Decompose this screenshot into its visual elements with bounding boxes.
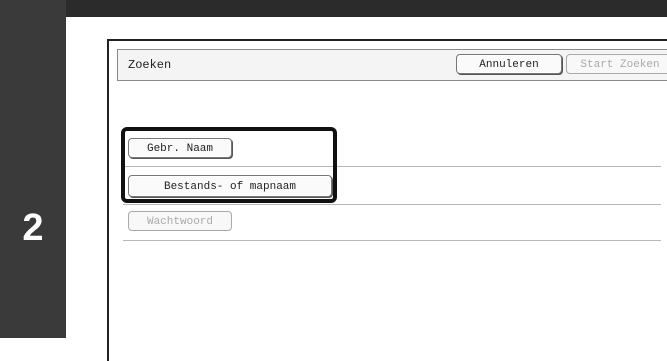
user-name-button[interactable]: Gebr. Naam xyxy=(128,138,232,158)
row-divider xyxy=(123,166,661,167)
password-button[interactable]: Wachtwoord xyxy=(128,211,232,231)
file-folder-name-button[interactable]: Bestands- of mapnaam xyxy=(128,175,332,197)
step-number: 2 xyxy=(22,207,44,249)
start-search-button[interactable]: Start Zoeken xyxy=(566,54,667,74)
window-title: Zoeken xyxy=(128,58,172,72)
title-bar: Zoeken Annuleren Start Zoeken xyxy=(117,49,667,81)
row-divider xyxy=(123,240,661,241)
row-divider xyxy=(123,204,661,205)
search-screen: Zoeken Annuleren Start Zoeken Gebr. Naam… xyxy=(107,39,667,361)
step-bar: 2 xyxy=(0,0,66,338)
top-rule xyxy=(0,0,667,17)
cancel-button[interactable]: Annuleren xyxy=(456,54,562,74)
